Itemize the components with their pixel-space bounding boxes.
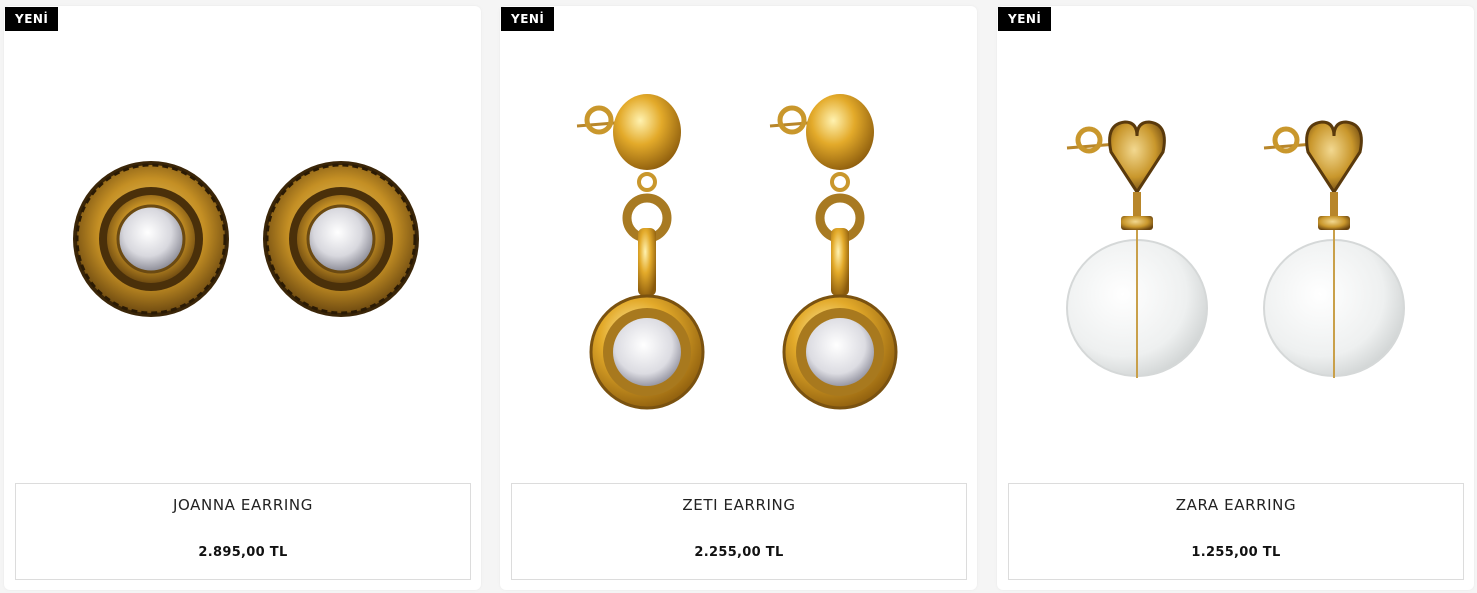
product-card-joanna[interactable]: YENİ JOANNA EARRING 2.895,00 TL — [4, 6, 481, 590]
stud-earrings-image — [73, 161, 419, 317]
product-info: JOANNA EARRING 2.895,00 TL — [15, 483, 471, 580]
new-badge: YENİ — [501, 7, 555, 31]
product-image[interactable] — [500, 32, 977, 472]
product-image[interactable] — [4, 32, 481, 472]
drop-earrings-image — [576, 94, 898, 410]
product-price: 2.255,00 TL — [694, 545, 784, 560]
product-info: ZETI EARRING 2.255,00 TL — [511, 483, 967, 580]
product-grid: YENİ JOANNA EARRING 2.895,00 TL YENİ ZET… — [0, 0, 1477, 593]
product-price: 2.895,00 TL — [198, 545, 288, 560]
product-card-zara[interactable]: YENİ ZARA EARRING 1.255,00 TL — [997, 6, 1474, 590]
product-image[interactable] — [997, 32, 1474, 472]
product-name[interactable]: JOANNA EARRING — [16, 496, 470, 514]
product-price: 1.255,00 TL — [1191, 545, 1281, 560]
product-name[interactable]: ZETI EARRING — [512, 496, 966, 514]
new-badge: YENİ — [998, 7, 1052, 31]
new-badge: YENİ — [5, 7, 59, 31]
product-name[interactable]: ZARA EARRING — [1009, 496, 1463, 514]
crystal-heart-earrings-image — [1066, 120, 1405, 378]
product-card-zeti[interactable]: YENİ ZETI EARRING 2.255,00 TL — [500, 6, 977, 590]
product-info: ZARA EARRING 1.255,00 TL — [1008, 483, 1464, 580]
